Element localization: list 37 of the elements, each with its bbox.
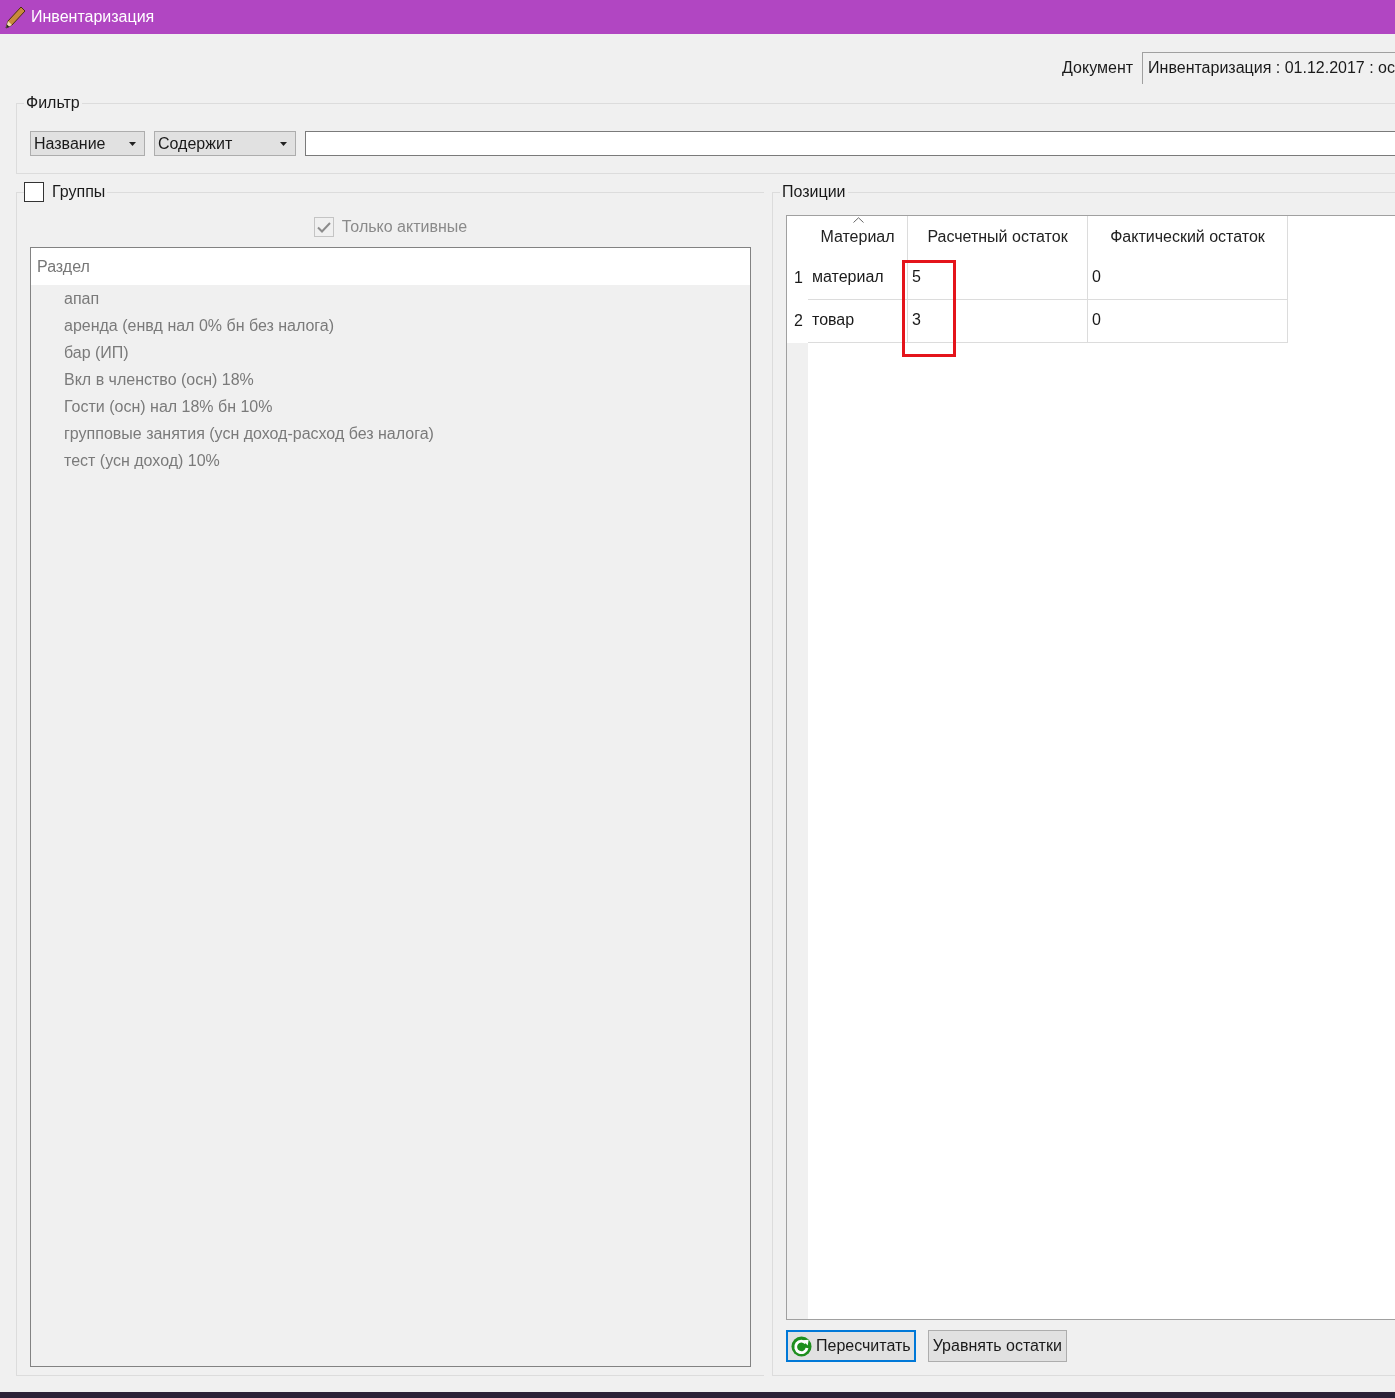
table-cell: 0 xyxy=(1088,257,1288,300)
list-header: Раздел xyxy=(31,248,750,285)
dropdown-arrow-icon xyxy=(129,141,136,146)
equalize-button[interactable]: Уравнять остатки xyxy=(927,1330,1067,1362)
table-cell: 5 xyxy=(908,257,1088,300)
list-item[interactable]: апап xyxy=(64,285,100,312)
groups-checkbox[interactable] xyxy=(24,182,44,202)
list-item[interactable]: тест (усн доход) 10% xyxy=(64,447,220,474)
search-field[interactable] xyxy=(305,131,1395,156)
condition-combo[interactable]: Содержит xyxy=(154,131,296,156)
column-header[interactable]: Расчетный остаток xyxy=(908,216,1088,257)
table-cell: 0 xyxy=(1088,300,1288,343)
table-cell: 3 xyxy=(908,300,1088,343)
table-cell: товар xyxy=(808,300,908,343)
refresh-icon xyxy=(791,1335,812,1357)
row-number: 1 xyxy=(787,257,808,300)
window-title: Инвентаризация xyxy=(31,8,155,26)
checkmark-icon xyxy=(316,221,331,233)
row-number: 2 xyxy=(787,300,808,343)
positions-title: Позиции xyxy=(781,182,847,202)
dropdown-arrow-icon xyxy=(280,141,287,146)
column-header[interactable]: Материал xyxy=(808,216,908,257)
list-item[interactable]: аренда (енвд нал 0% бн без налога) xyxy=(64,312,335,339)
list-item[interactable]: групповые занятия (усн доход-расход без налога) xyxy=(64,420,434,447)
column-header[interactable]: Фактический остаток xyxy=(1088,216,1288,257)
list-item[interactable]: бар (ИП) xyxy=(64,339,129,366)
table-cell: материал xyxy=(808,257,908,300)
document-field[interactable]: Инвентаризация : 01.12.2017 : ос xyxy=(1142,52,1395,84)
document-label: Документ xyxy=(1062,59,1134,77)
list-item[interactable]: Гости (осн) нал 18% бн 10% xyxy=(64,393,273,420)
recalculate-button[interactable]: Пересчитать xyxy=(786,1330,916,1362)
pencil-icon xyxy=(4,5,26,29)
field-combo[interactable]: Название xyxy=(30,131,145,156)
filter-title: Фильтр xyxy=(25,93,81,113)
groups-label: Группы xyxy=(52,183,106,201)
list-item[interactable]: Вкл в членство (осн) 18% xyxy=(64,366,254,393)
active-only-label: Только активные xyxy=(341,218,468,236)
